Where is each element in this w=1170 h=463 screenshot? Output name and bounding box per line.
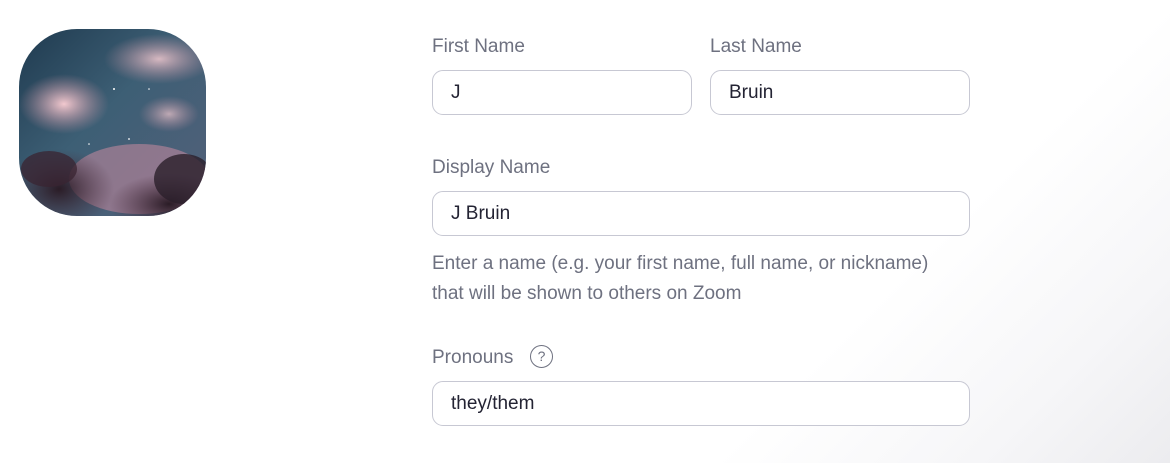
display-name-label: Display Name (432, 157, 551, 178)
display-name-hint-line2: that will be shown to others on Zoom (432, 283, 742, 304)
first-name-field[interactable] (432, 70, 692, 115)
display-name-hint-line1: Enter a name (e.g. your first name, full… (432, 253, 929, 274)
display-name-input[interactable] (433, 192, 969, 235)
last-name-input[interactable] (711, 71, 969, 114)
last-name-field[interactable] (710, 70, 970, 115)
last-name-label: Last Name (710, 36, 802, 57)
first-name-input[interactable] (433, 71, 691, 114)
pronouns-field[interactable] (432, 381, 970, 426)
pronouns-input[interactable] (433, 382, 969, 425)
question-mark-circle-icon[interactable]: ? (530, 345, 553, 368)
display-name-field[interactable] (432, 191, 970, 236)
display-name-hint: Enter a name (e.g. your first name, full… (432, 249, 992, 309)
avatar-sky-image (19, 29, 206, 216)
pronouns-label: Pronouns (432, 347, 514, 368)
profile-avatar[interactable] (19, 29, 206, 216)
first-name-label: First Name (432, 36, 525, 57)
